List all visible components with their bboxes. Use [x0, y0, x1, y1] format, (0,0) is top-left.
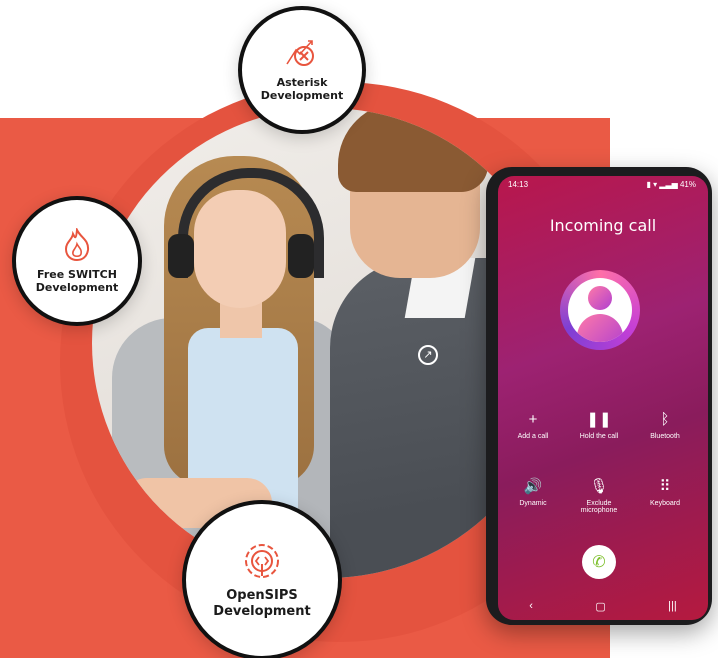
mute-button[interactable]: 🎙 Exclude microphone [564, 478, 634, 514]
freeswitch-development-badge[interactable]: Free SWITCH Development [12, 196, 142, 326]
keyboard-label: Keyboard [650, 500, 680, 507]
flame-icon [64, 228, 90, 262]
opensips-development-badge[interactable]: OpenSIPS Development [182, 500, 342, 658]
code-gear-icon [245, 544, 279, 578]
status-battery: ▮ ▾ ▂▃▅ 41% [646, 180, 696, 189]
bluetooth-button[interactable]: ᛒ Bluetooth [630, 411, 700, 440]
man-hair [338, 108, 488, 192]
add-call-button[interactable]: + Add a call [498, 411, 568, 440]
freeswitch-title-line1: Free SWITCH [37, 268, 117, 281]
phone-handset-icon: ✆ [592, 554, 606, 571]
microphone-off-icon: 🎙 [589, 478, 609, 495]
avatar-body [577, 314, 623, 342]
plus-icon: + [528, 411, 538, 428]
call-title: Incoming call [549, 216, 657, 235]
speaker-button[interactable]: 🔊 Dynamic [498, 478, 568, 507]
phone-screen: 14:13 ▮ ▾ ▂▃▅ 41% Incoming call + Add a … [498, 176, 708, 620]
keyboard-button[interactable]: ⠿ Keyboard [630, 478, 700, 507]
asterisk-title-line2: Development [260, 89, 344, 102]
opensips-title-line1: OpenSIPS [226, 588, 298, 603]
battery-percent: 41% [679, 180, 696, 189]
opensips-title-line2: Development [213, 604, 311, 619]
hold-call-button[interactable]: ❚❚ Hold the call [564, 411, 634, 440]
nav-home-button[interactable]: ▢ [595, 600, 605, 613]
freeswitch-title-line2: Development [35, 281, 119, 294]
headset-earcup-left [168, 234, 194, 278]
expand-arrow-icon[interactable]: ↗ [418, 345, 438, 365]
answer-call-button[interactable]: ✆ [582, 545, 616, 579]
bluetooth-label: Bluetooth [650, 433, 680, 440]
nav-recents-button[interactable]: ||| [668, 600, 677, 612]
headset-earcup-right [288, 234, 314, 278]
hold-call-label: Hold the call [579, 433, 619, 440]
bluetooth-icon: ᛒ [660, 411, 670, 428]
pause-icon: ❚❚ [586, 411, 612, 428]
mute-label-line1: Exclude [586, 500, 612, 507]
keypad-icon: ⠿ [659, 478, 671, 495]
speaker-icon: 🔊 [523, 478, 543, 495]
nav-back-button[interactable]: ‹ [529, 600, 533, 612]
caller-avatar [560, 270, 640, 350]
speaker-label: Dynamic [519, 500, 547, 507]
asterisk-development-badge[interactable]: Asterisk Development [238, 6, 366, 134]
android-navbar: ‹ ▢ ||| [498, 596, 708, 616]
asterisk-title-line1: Asterisk [276, 76, 328, 89]
add-call-label: Add a call [517, 433, 549, 440]
gear-cross-icon [286, 40, 314, 66]
status-time: 14:13 [508, 180, 529, 189]
mute-label-line2: microphone [580, 507, 618, 514]
hero-scene: ↗ Asterisk Development Free SWITCH Devel… [0, 0, 718, 658]
avatar-inner [568, 278, 632, 342]
avatar-head [588, 286, 612, 310]
